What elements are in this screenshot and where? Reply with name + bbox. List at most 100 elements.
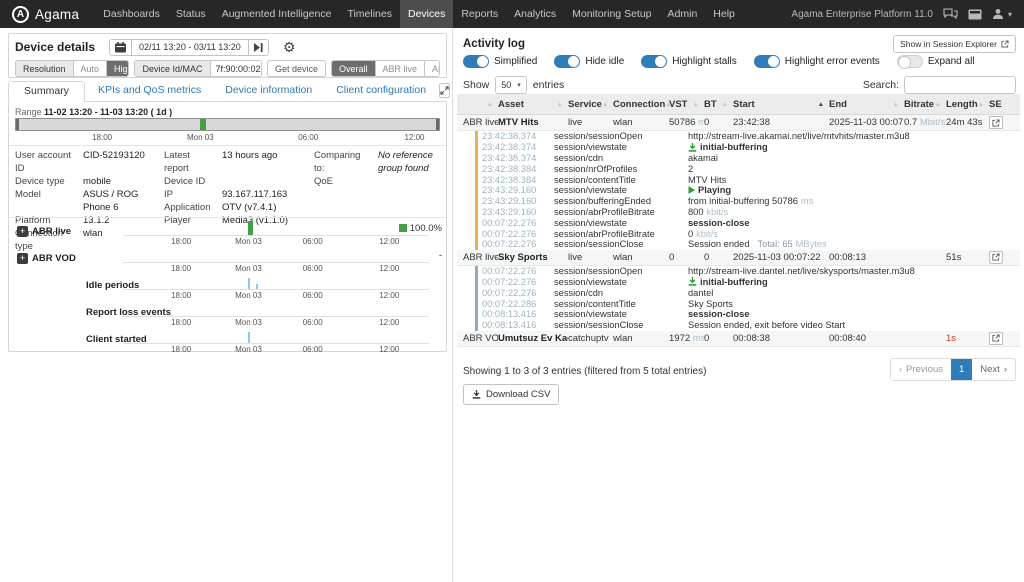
column-header-end[interactable]: End ▲ bbox=[829, 99, 904, 110]
timeline-track[interactable] bbox=[123, 300, 429, 317]
entries-select[interactable]: 50 ▾ bbox=[495, 76, 527, 94]
sort-arrow-icon[interactable]: ▲ bbox=[722, 101, 728, 108]
date-range-value[interactable]: 02/11 13:20 - 03/11 13:20 bbox=[132, 40, 248, 55]
nav-item-timelines[interactable]: Timelines bbox=[339, 0, 400, 28]
event-property: session/viewstate bbox=[554, 185, 688, 195]
calendar-icon[interactable] bbox=[110, 40, 132, 55]
fullscreen-expand-icon[interactable] bbox=[439, 83, 450, 98]
toggle-highlight-stalls[interactable]: Highlight stalls bbox=[641, 55, 736, 68]
nav-item-augmented-intelligence[interactable]: Augmented Intelligence bbox=[214, 0, 340, 28]
nav-item-dashboards[interactable]: Dashboards bbox=[95, 0, 168, 28]
settings-gear-icon[interactable]: ⚙ bbox=[283, 40, 296, 54]
pagination: ‹Previous 1 Next› bbox=[890, 358, 1016, 381]
range-slider[interactable] bbox=[15, 118, 440, 131]
toggle-switch-icon[interactable] bbox=[554, 55, 580, 68]
column-header-length[interactable]: Length▲ bbox=[946, 99, 989, 110]
search-input[interactable] bbox=[904, 76, 1016, 94]
sort-arrow-icon[interactable]: ▲ bbox=[557, 101, 563, 108]
timeline-row-abr-live: +ABR live18:00Mon 0306:0012:00100.0% bbox=[9, 219, 446, 246]
sort-arrow-icon[interactable]: ▲ bbox=[935, 101, 941, 108]
get-device-button[interactable]: Get device bbox=[267, 60, 326, 77]
column-header-start[interactable]: Start▲ bbox=[733, 99, 829, 110]
event-value-text: from initial-buffering 50786 bbox=[688, 196, 798, 206]
column-header-bitrate[interactable]: Bitrate▲ bbox=[904, 99, 946, 110]
sort-arrow-icon[interactable]: ▲ bbox=[893, 101, 899, 108]
session-row-sky-sports[interactable]: ABR liveSky Sportslivewlan002025-11-03 0… bbox=[457, 250, 1020, 266]
resolution-option-auto[interactable]: Auto bbox=[74, 61, 108, 76]
sort-arrow-icon[interactable]: ▲ bbox=[487, 101, 493, 108]
expand-plus-icon[interactable]: + bbox=[17, 226, 28, 237]
column-header-se[interactable]: SE bbox=[989, 99, 1017, 110]
toggle-highlight-error-events[interactable]: Highlight error events bbox=[754, 55, 880, 68]
range-slider-marker[interactable] bbox=[200, 119, 206, 130]
event-property: session/sessionClose bbox=[554, 320, 688, 330]
timeline-track[interactable] bbox=[123, 327, 429, 344]
user-menu-icon[interactable] bbox=[992, 8, 1004, 20]
expand-plus-icon[interactable]: + bbox=[17, 253, 28, 264]
toggle-switch-icon[interactable] bbox=[463, 55, 489, 68]
column-header-service[interactable]: Service▲ bbox=[568, 99, 613, 110]
skip-to-now-icon[interactable] bbox=[248, 40, 268, 55]
timeline-track[interactable] bbox=[123, 219, 429, 236]
column-header-expand[interactable]: ▲ bbox=[463, 101, 498, 108]
sort-arrow-icon[interactable]: ▲ bbox=[818, 101, 824, 108]
column-header-label: End bbox=[829, 99, 847, 110]
page-1-button[interactable]: 1 bbox=[951, 359, 972, 380]
scope-option-abr-live[interactable]: ABR live bbox=[376, 61, 426, 76]
tab-kpis-and-qos-metrics[interactable]: KPIs and QoS metrics bbox=[87, 81, 212, 101]
toggle-switch-icon[interactable] bbox=[897, 55, 923, 68]
session-explorer-link-icon[interactable] bbox=[989, 251, 1003, 264]
info-label: Application bbox=[164, 201, 216, 214]
nav-item-help[interactable]: Help bbox=[705, 0, 743, 28]
session-explorer-link-icon[interactable] bbox=[989, 116, 1003, 129]
column-header-vst[interactable]: VST▲ bbox=[669, 99, 704, 110]
toggle-switch-icon[interactable] bbox=[641, 55, 667, 68]
session-row-umutsuz-ev-kadinlari[interactable]: ABR VODUmutsuz Ev Kadinlaricatchuptvwlan… bbox=[457, 331, 1020, 347]
toggle-hide-idle[interactable]: Hide idle bbox=[554, 55, 624, 68]
nav-item-admin[interactable]: Admin bbox=[660, 0, 706, 28]
event-time: 23:42:38.374 bbox=[482, 142, 554, 152]
next-page-button[interactable]: Next› bbox=[972, 359, 1015, 380]
tab-summary[interactable]: Summary bbox=[8, 81, 85, 102]
sort-arrow-icon[interactable]: ▲ bbox=[693, 101, 699, 108]
toggle-simplified[interactable]: Simplified bbox=[463, 55, 537, 68]
session-cell: ABR live bbox=[463, 252, 498, 263]
event-value: initial-buffering bbox=[688, 277, 1020, 287]
nav-item-status[interactable]: Status bbox=[168, 0, 214, 28]
toggle-switch-icon[interactable] bbox=[754, 55, 780, 68]
user-menu-caret-icon[interactable]: ▾ bbox=[1008, 10, 1012, 19]
timeline-ticks: 18:00Mon 0306:0012:00 bbox=[123, 318, 429, 327]
nav-item-devices[interactable]: Devices bbox=[400, 0, 453, 28]
scope-option-abr-vod[interactable]: ABR VOD bbox=[425, 61, 440, 76]
tab-device-information[interactable]: Device information bbox=[214, 81, 323, 101]
chat-icon[interactable] bbox=[943, 8, 958, 20]
tab-client-configuration[interactable]: Client configuration bbox=[325, 81, 437, 101]
event-time: 23:43:29.160 bbox=[482, 185, 554, 195]
resolution-option-high[interactable]: High bbox=[107, 61, 129, 76]
toggle-expand-all[interactable]: Expand all bbox=[897, 55, 975, 68]
show-in-session-explorer-button[interactable]: Show in Session Explorer bbox=[893, 35, 1016, 53]
nav-item-monitoring-setup[interactable]: Monitoring Setup bbox=[564, 0, 659, 28]
timeline-track[interactable] bbox=[123, 246, 429, 263]
event-property: session/sessionOpen bbox=[554, 131, 688, 141]
download-csv-button[interactable]: Download CSV bbox=[463, 384, 559, 405]
timeline-row-report-loss-events: Report loss events18:00Mon 0306:0012:00 bbox=[9, 300, 446, 327]
download-icon bbox=[688, 277, 697, 286]
sort-arrow-icon[interactable]: ▲ bbox=[602, 101, 608, 108]
session-row-mtv-hits[interactable]: ABR liveMTV Hitslivewlan50786 ms023:42:3… bbox=[457, 115, 1020, 131]
nav-item-analytics[interactable]: Analytics bbox=[506, 0, 564, 28]
column-header-asset[interactable]: Asset▲ bbox=[498, 99, 568, 110]
nav-item-reports[interactable]: Reports bbox=[453, 0, 506, 28]
panel-icon[interactable] bbox=[968, 9, 982, 20]
sort-arrow-icon[interactable]: ▲ bbox=[978, 101, 984, 108]
session-explorer-link-icon[interactable] bbox=[989, 332, 1003, 345]
top-nav: A Agama DashboardsStatusAugmented Intell… bbox=[0, 0, 1024, 28]
scope-option-overall[interactable]: Overall bbox=[332, 61, 376, 76]
previous-page-button[interactable]: ‹Previous bbox=[891, 359, 951, 380]
event-value: Playing bbox=[688, 185, 1020, 195]
column-header-connection[interactable]: Connection▲ bbox=[613, 99, 669, 110]
timeline-track[interactable] bbox=[123, 273, 429, 290]
unit-label: ms bbox=[695, 117, 704, 128]
device-id-input[interactable] bbox=[211, 61, 262, 76]
column-header-bt[interactable]: BT▲ bbox=[704, 99, 733, 110]
